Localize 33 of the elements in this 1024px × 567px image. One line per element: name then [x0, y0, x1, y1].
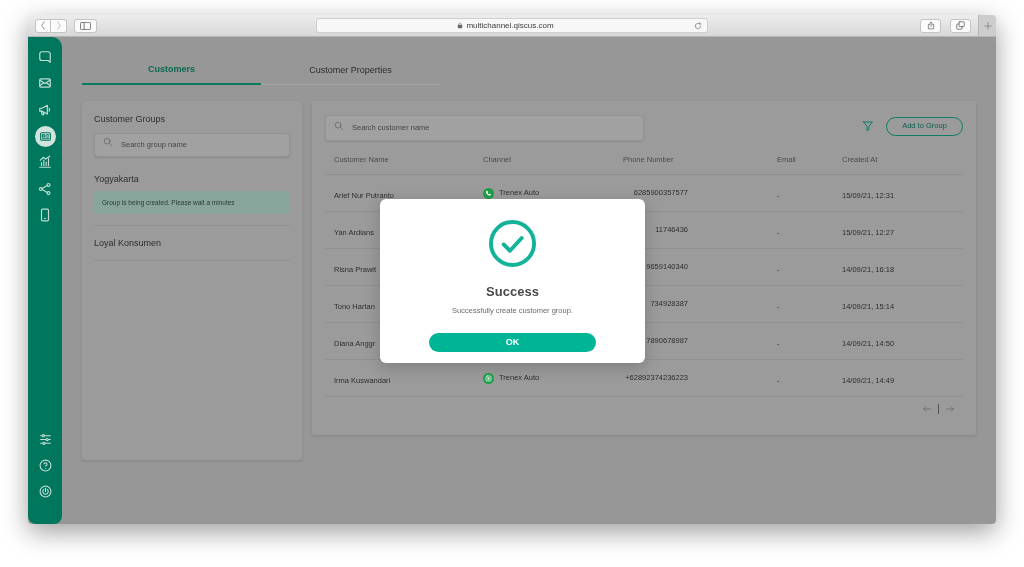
- envelope-icon[interactable]: [38, 76, 52, 91]
- power-icon[interactable]: [38, 485, 52, 499]
- tabs-overview-button[interactable]: [950, 18, 971, 33]
- url-text: multichannel.qiscus.com: [466, 19, 554, 32]
- square-badge-icon: [483, 372, 494, 384]
- help-icon[interactable]: [38, 459, 52, 473]
- chat-bubble-icon[interactable]: [38, 50, 52, 65]
- sidebar-panel-icon: [80, 21, 91, 30]
- check-circle-icon: [489, 220, 536, 267]
- panel-title: Customer Groups: [94, 113, 166, 125]
- sidebar-toggle-button[interactable]: [74, 18, 97, 33]
- reload-icon[interactable]: [694, 21, 702, 30]
- lock-icon: [457, 22, 464, 29]
- dialog-title: Success: [486, 284, 539, 300]
- chevron-right-icon: [55, 21, 62, 30]
- chevron-left-icon: [40, 21, 46, 30]
- two-squares-icon: [956, 21, 965, 30]
- megaphone-icon[interactable]: [38, 102, 52, 117]
- nodes-icon[interactable]: [38, 181, 52, 196]
- group-name[interactable]: Loyal Konsumen: [94, 237, 162, 249]
- mobile-phone-icon[interactable]: [38, 207, 52, 222]
- plus-icon: [983, 21, 992, 30]
- address-bar[interactable]: multichannel.qiscus.com: [316, 18, 708, 33]
- share-arrow-icon: [926, 21, 935, 30]
- search-icon: [334, 121, 344, 131]
- settings-sliders-icon[interactable]: [38, 432, 52, 446]
- search-icon: [103, 137, 113, 147]
- id-card-icon[interactable]: [34, 125, 56, 147]
- bar-chart-icon[interactable]: [38, 155, 52, 170]
- tab[interactable]: Customer Properties: [261, 57, 440, 85]
- share-button[interactable]: [920, 18, 941, 33]
- group-name[interactable]: Yogyakarta: [94, 173, 139, 185]
- ok-button[interactable]: OK: [429, 333, 596, 352]
